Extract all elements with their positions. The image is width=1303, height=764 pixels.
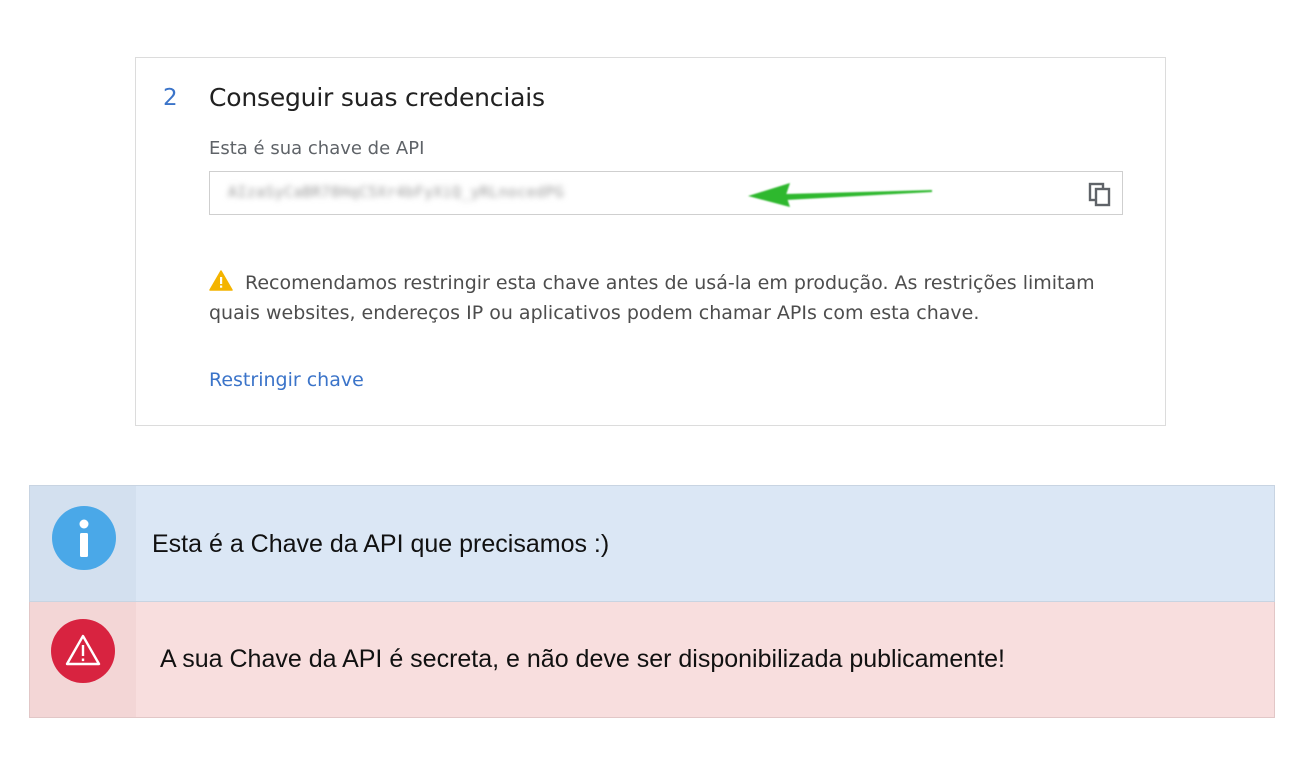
api-key-value: AIzaSyCaBR78HqC5Xr4bFyXiQ_yRLnocedPG <box>228 183 564 201</box>
copy-icon[interactable] <box>1087 181 1113 207</box>
info-callout: Esta é a Chave da API que precisamos :) <box>29 485 1275 602</box>
warning-triangle-icon <box>51 619 115 683</box>
info-callout-text: Esta é a Chave da API que precisamos :) <box>152 530 610 558</box>
warning-icon <box>209 270 233 291</box>
page: 2 Conseguir suas credenciais Esta é sua … <box>0 0 1303 764</box>
info-icon <box>52 506 116 570</box>
danger-icon-cell <box>30 602 136 717</box>
danger-callout-text: A sua Chave da API é secreta, e não deve… <box>160 645 1005 673</box>
credentials-card: 2 Conseguir suas credenciais Esta é sua … <box>135 57 1166 426</box>
info-icon-cell <box>30 486 136 601</box>
api-key-label: Esta é sua chave de API <box>209 138 425 159</box>
step-title: Conseguir suas credenciais <box>209 83 545 112</box>
restriction-warning: Recomendamos restringir esta chave antes… <box>209 268 1109 328</box>
warning-text: Recomendamos restringir esta chave antes… <box>209 272 1095 324</box>
api-key-field[interactable]: AIzaSyCaBR78HqC5Xr4bFyXiQ_yRLnocedPG <box>209 171 1123 215</box>
green-arrow-annotation <box>748 183 932 207</box>
danger-callout: A sua Chave da API é secreta, e não deve… <box>29 602 1275 718</box>
step-number: 2 <box>163 85 178 111</box>
restrict-key-link[interactable]: Restringir chave <box>209 369 364 391</box>
